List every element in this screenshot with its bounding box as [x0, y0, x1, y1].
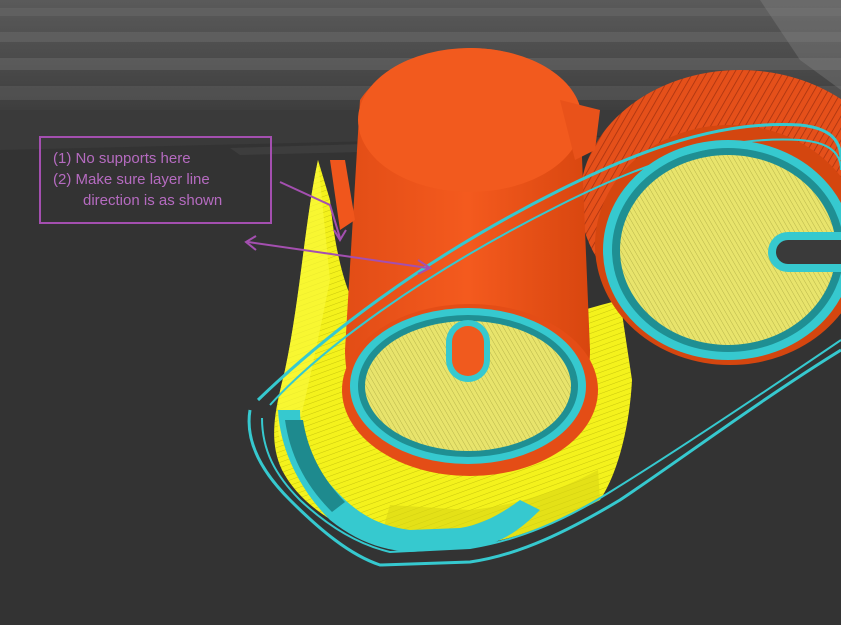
layer-preview-canvas[interactable] — [0, 0, 841, 625]
note-line-1: (1) No supports here — [53, 150, 191, 167]
annotation-note: (1) No supports here (2) Make sure layer… — [39, 136, 272, 224]
note-line-2: (2) Make sure layer line — [53, 171, 210, 188]
cylinder-top-face — [342, 304, 598, 476]
slicer-layer-view[interactable]: (1) No supports here (2) Make sure layer… — [0, 0, 841, 625]
note-line-3: direction is as shown — [83, 192, 223, 209]
